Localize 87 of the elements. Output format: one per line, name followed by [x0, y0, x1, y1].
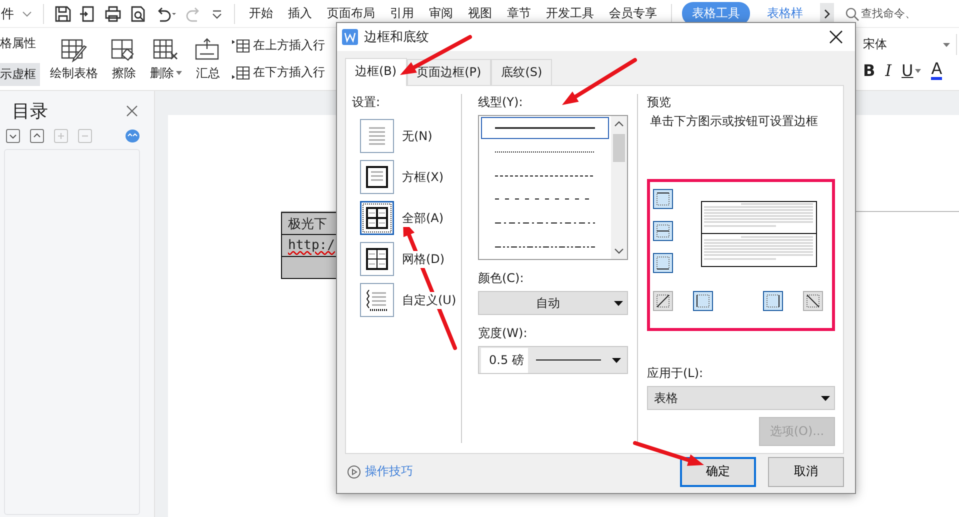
field-label: 宽度(W):	[478, 325, 528, 342]
menu-tab[interactable]: 会员专享	[605, 3, 661, 24]
section-label: 设置:	[352, 94, 382, 111]
menu-tab[interactable]: 开发工具	[542, 3, 598, 24]
border-toggle-button[interactable]	[653, 189, 673, 209]
section-label: 预览	[647, 94, 672, 111]
play-circle-icon[interactable]	[347, 464, 361, 478]
field-label: 应用于(L):	[647, 365, 704, 382]
menu-tab[interactable]: 视图	[464, 3, 496, 24]
caret-icon	[943, 42, 950, 46]
menu-tab[interactable]: 审阅	[425, 3, 457, 24]
border-toggle-button[interactable]	[693, 291, 713, 311]
all-borders-icon[interactable]	[360, 201, 394, 235]
setting-label: 全部(A)	[402, 210, 444, 226]
format-button[interactable]: U	[902, 61, 914, 80]
border-toggle-button[interactable]	[653, 253, 673, 273]
ribbon-toggle[interactable]: 格属性	[0, 32, 40, 55]
ribbon-button[interactable]: 删除	[148, 34, 184, 84]
dialog-tab[interactable]: 页面边框(P)	[406, 59, 492, 85]
setting-label: 方框(X)	[402, 168, 444, 186]
app-logo-icon	[342, 29, 358, 45]
caret-icon	[614, 300, 623, 306]
insert-row-button[interactable]: 在下方插入行	[232, 64, 325, 81]
field-label: 颜色(C):	[478, 270, 525, 287]
hint-text: 单击下方图示或按钮可设置边框	[650, 113, 819, 130]
custom-border-icon[interactable]	[360, 283, 394, 317]
border-toggle-button[interactable]	[653, 221, 673, 241]
menu-tab[interactable]: 页面布局	[323, 3, 379, 24]
tips-link[interactable]: 操作技巧	[365, 463, 413, 480]
caret-icon	[176, 71, 182, 75]
close-icon[interactable]	[829, 30, 843, 44]
border-toggle-button[interactable]	[763, 291, 783, 311]
menu-tab[interactable]: 引用	[386, 3, 418, 24]
save-icon[interactable]	[54, 4, 72, 22]
arrow-drawing	[633, 441, 704, 466]
caret-icon	[821, 396, 830, 400]
box-border-icon[interactable]	[360, 160, 394, 194]
grid-border-icon[interactable]	[360, 242, 394, 276]
table-pencil-icon	[60, 36, 88, 62]
dialog-tab[interactable]: 边框(B)	[345, 58, 407, 86]
field-label: 线型(Y):	[478, 94, 524, 111]
format-button[interactable]: A	[931, 61, 942, 80]
insert-above-icon	[232, 38, 250, 54]
cancel-button[interactable]: 取消	[768, 456, 844, 486]
dialog-title: 边框和底纹	[364, 29, 429, 46]
border-toggle-button[interactable]	[653, 291, 673, 311]
menu-tab[interactable]: 插入	[284, 3, 316, 24]
context-tab[interactable]: 表格样	[757, 2, 813, 25]
no-border-icon[interactable]	[360, 119, 394, 153]
setting-label: 网格(D)	[402, 250, 445, 268]
ribbon-button[interactable]: 擦除	[108, 34, 140, 84]
ok-button[interactable]: 确定	[680, 456, 756, 486]
search-field[interactable]: 查找命令、	[845, 6, 919, 20]
color-dropdown[interactable]: 自动	[478, 291, 628, 315]
print-preview-icon[interactable]	[129, 4, 147, 22]
line-style-option[interactable]	[481, 117, 609, 139]
line-sample	[536, 358, 602, 362]
line-style-list[interactable]	[478, 115, 628, 260]
scrollbar[interactable]	[611, 116, 627, 259]
menu-tab[interactable]: 章节	[503, 3, 535, 24]
table-delete-icon	[152, 36, 180, 62]
caret-icon[interactable]	[915, 68, 922, 72]
width-dropdown[interactable]: 0.5 磅	[478, 346, 628, 374]
setting-label: 无(N)	[402, 128, 432, 144]
format-button[interactable]: B	[863, 61, 876, 80]
ribbon-button[interactable]: 汇总	[192, 34, 224, 84]
format-button[interactable]: I	[885, 61, 892, 80]
menu-tab[interactable]: 开始	[245, 3, 277, 24]
border-toggle-button[interactable]	[803, 291, 823, 311]
chevron-up-icon[interactable]	[30, 129, 44, 143]
table-cell-text: 极光下	[288, 216, 327, 232]
print-icon[interactable]	[104, 4, 122, 22]
font-dropdown[interactable]: 宋体	[863, 34, 957, 55]
file-menu[interactable]: 件	[1, 4, 14, 22]
panel-title: 目录	[12, 100, 48, 123]
ribbon-toggle[interactable]: 示虚框	[0, 63, 40, 86]
insert-row-button[interactable]: 在上方插入行	[232, 37, 325, 54]
ribbon-button[interactable]: 绘制表格	[48, 34, 100, 84]
table-cell: http:/	[288, 238, 335, 253]
chevron-down-icon[interactable]	[6, 129, 20, 143]
caret-icon	[612, 358, 621, 362]
search-icon	[845, 6, 859, 20]
more-tabs-icon[interactable]	[820, 2, 834, 24]
setting-label: 自定义(U)	[402, 292, 456, 308]
insert-below-icon	[232, 64, 250, 80]
dialog-tab[interactable]: 底纹(S)	[491, 59, 552, 85]
apply-to-dropdown[interactable]: 表格	[647, 386, 835, 410]
